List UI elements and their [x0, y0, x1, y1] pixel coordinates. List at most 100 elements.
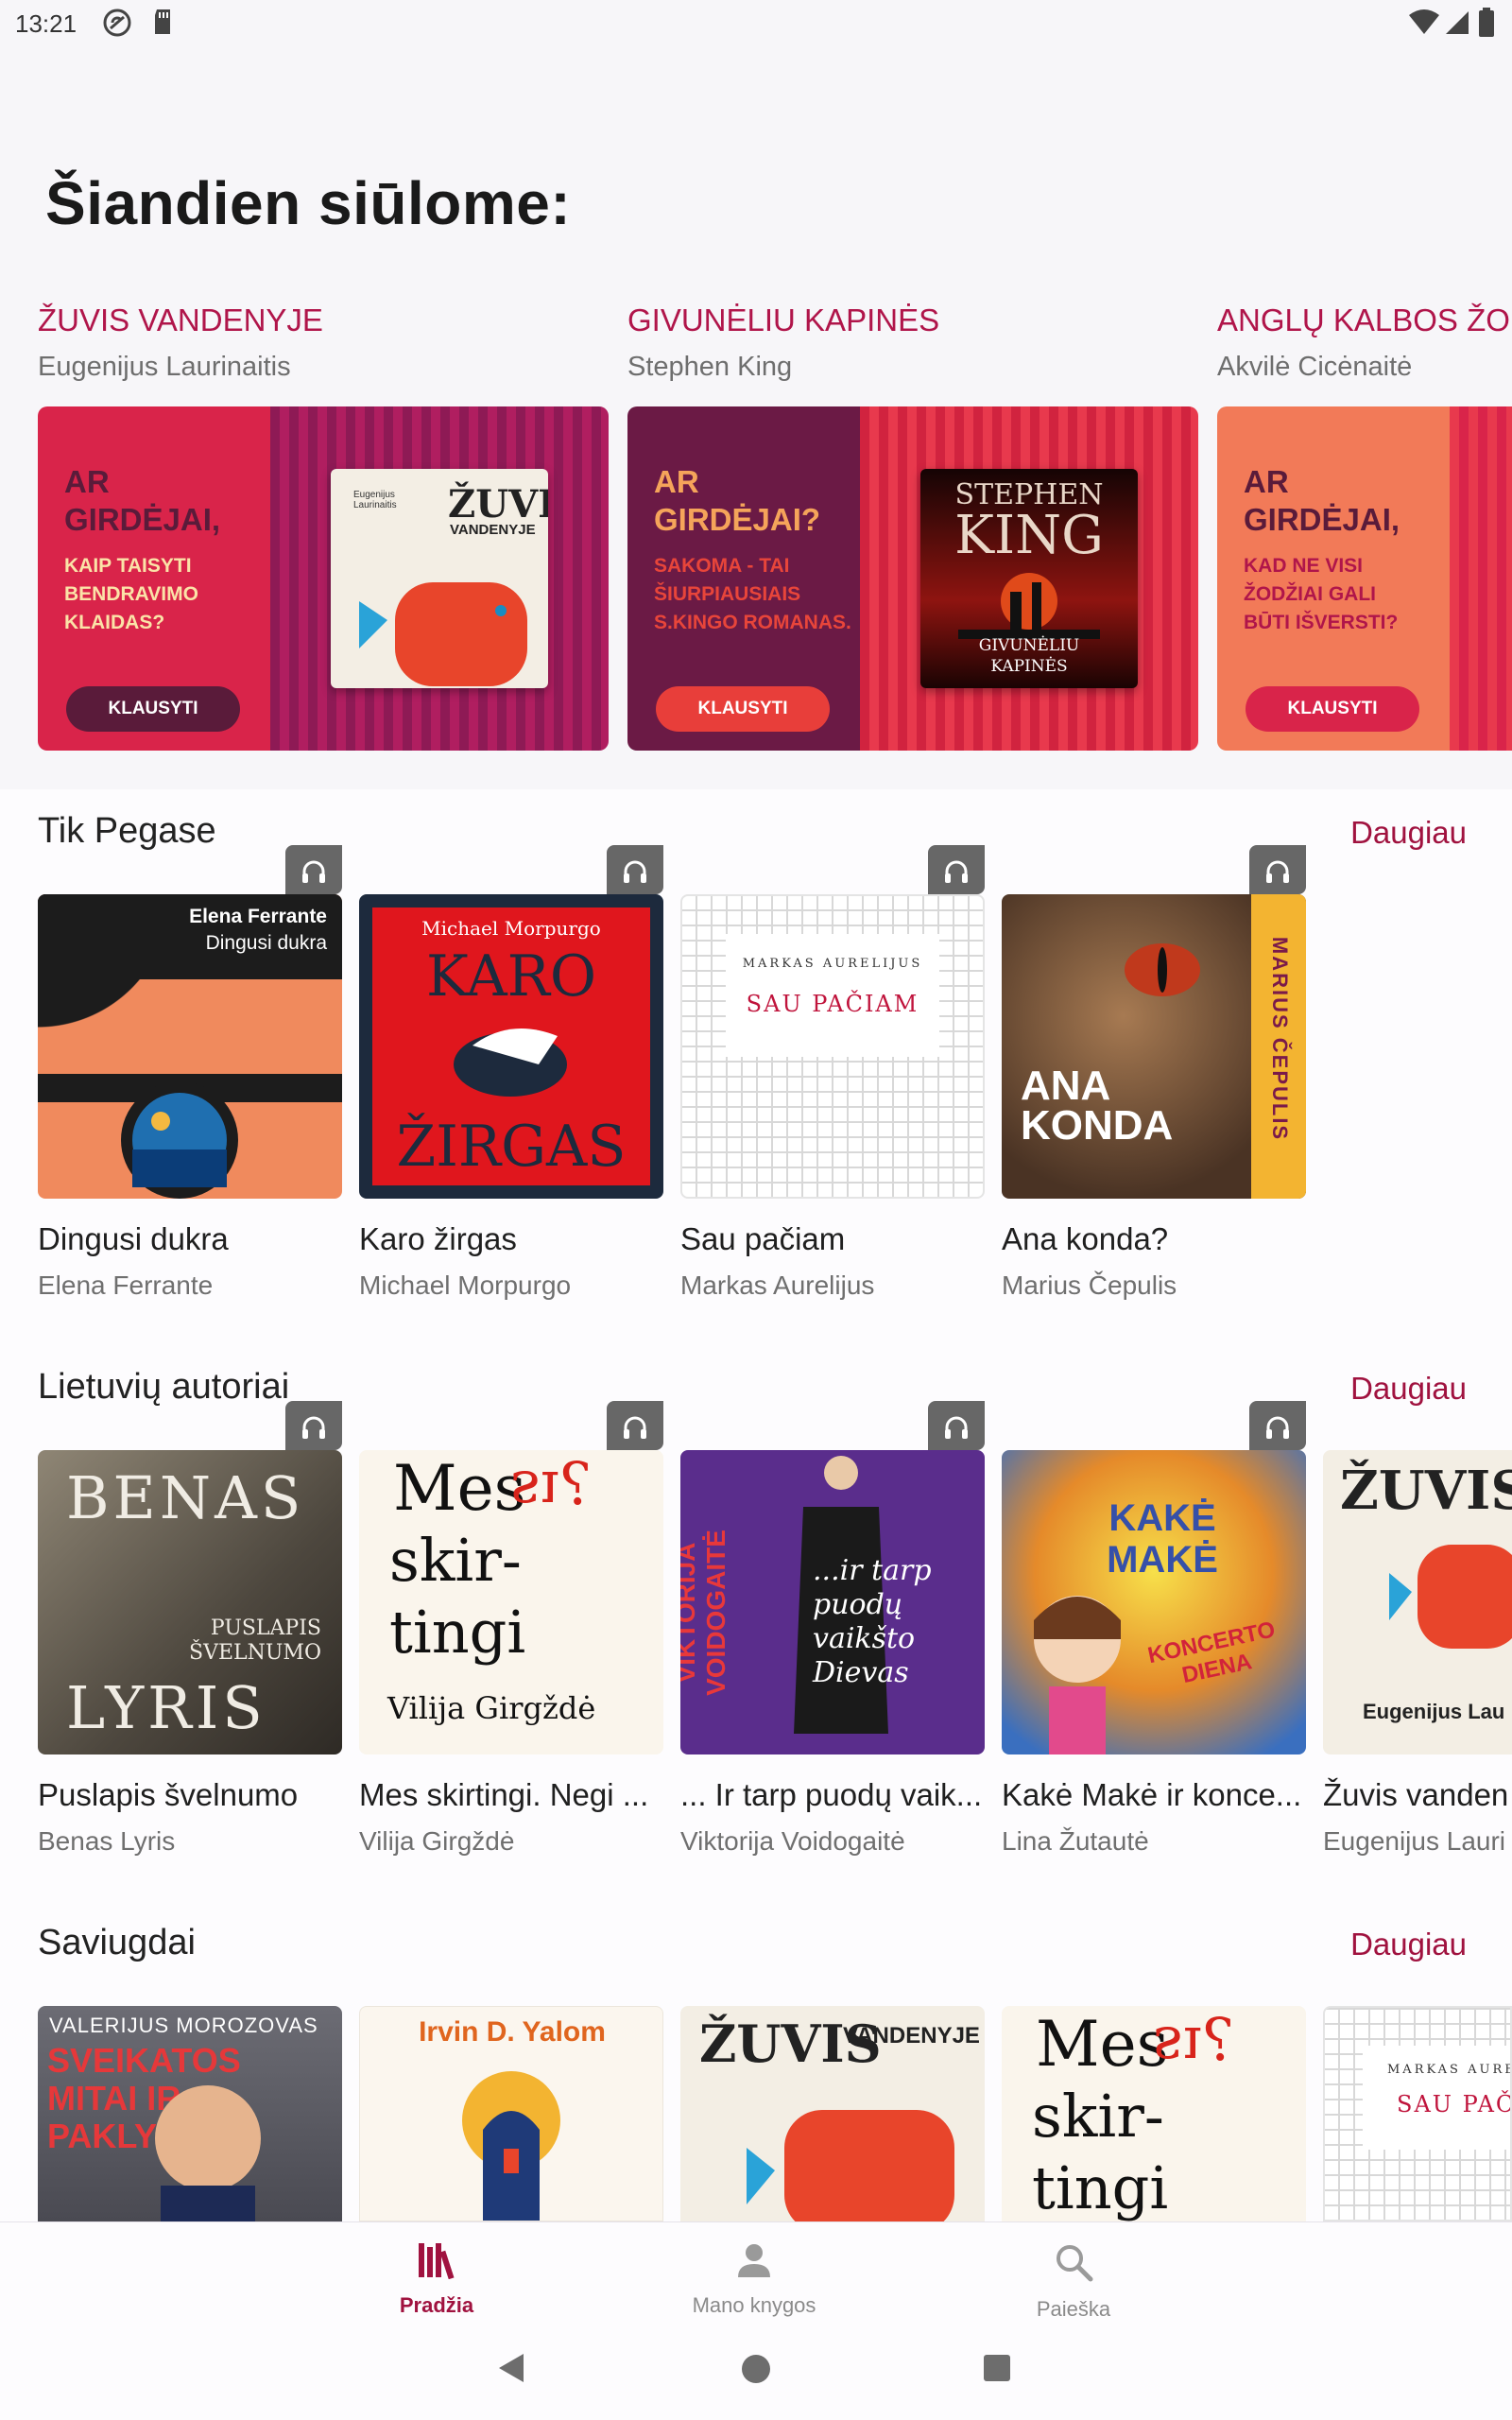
girl-illustration — [1034, 1596, 1121, 1754]
cover-subtitle: PUSLAPIS ŠVELNUMO — [189, 1616, 321, 1665]
cover-title: KAKĖ MAKĖ — [1107, 1497, 1218, 1581]
back-icon[interactable] — [497, 2352, 525, 2384]
nav-my-books[interactable]: Mano knygos — [650, 2241, 858, 2318]
cover-title: ...ir tarp puodų vaikšto Dievas — [813, 1554, 932, 1689]
recents-icon[interactable] — [983, 2354, 1011, 2382]
fish-illustration — [1389, 1545, 1512, 1649]
cover-title: SAU PAČIAM — [746, 991, 919, 1017]
cover-author: Vilija Girgždė — [387, 1690, 596, 1726]
sd-card-icon — [151, 8, 174, 41]
promo-banner[interactable]: AR GIRDĖJAI, KAIP TAISYTI BENDRAVIMO KLA… — [38, 406, 609, 751]
cover-subtitle: VANDENYJE — [843, 2023, 980, 2048]
book-author: Benas Lyris — [38, 1826, 176, 1856]
listen-button[interactable]: KLAUSYTI — [656, 686, 830, 732]
cover-author: Michael Morpurgo — [421, 917, 601, 940]
book-author: Lina Žutautė — [1002, 1826, 1149, 1856]
nav-search-label: Paieška — [1036, 2297, 1111, 2321]
promo-author: Eugenijus Laurinaitis — [38, 352, 291, 382]
nav-my-books-label: Mano knygos — [692, 2293, 816, 2317]
promo-author: Akvilė Cicėnaitė — [1217, 352, 1413, 382]
nav-home-label: Pradžia — [399, 2293, 474, 2317]
book-title: Mes skirtingi. Negi ... — [359, 1777, 649, 1812]
book-cover[interactable]: Irvin D. Yalom — [359, 2006, 663, 2221]
more-link-tik-pegase[interactable]: Daugiau — [1350, 815, 1467, 851]
horse-illustration — [454, 1028, 567, 1097]
book-cover[interactable]: BENAS PUSLAPIS ŠVELNUMO LYRIS — [38, 1450, 342, 1754]
book-author: Elena Ferrante — [38, 1270, 214, 1300]
promo-card-zuvis[interactable]: ŽUVIS VANDENYJE Eugenijus Laurinaitis AR… — [38, 302, 609, 751]
book-cover[interactable]: ŽUVIS VANDENYJE — [680, 2006, 985, 2221]
cover-title: KING — [954, 505, 1104, 566]
book-cover[interactable]: MARKAS AURE SAU PAČI — [1323, 2006, 1512, 2221]
more-link-saviugdai[interactable]: Daugiau — [1350, 1927, 1467, 1962]
headphones-icon — [607, 845, 663, 894]
book-cover[interactable]: KAKĖ MAKĖ KONCERTO DIENA — [1002, 1450, 1306, 1754]
cover-subtitle: ŽIRGAS — [396, 1114, 627, 1180]
promo-banner[interactable]: AR GIRDĖJAI, KAD NE VISI ŽODŽIAI GALI BŪ… — [1217, 406, 1512, 751]
cover-author: Elena Ferrante — [189, 906, 327, 927]
banner-subtitle: KAD NE VISI ŽODŽIAI GALI BŪTI IŠVERSTI? — [1244, 555, 1399, 633]
book-author: Michael Morpurgo — [359, 1270, 572, 1300]
book-author: Markas Aurelijus — [680, 1270, 875, 1300]
headphones-icon — [1249, 1401, 1306, 1450]
book-cover[interactable]: Michael Morpurgo KARO ŽIRGAS — [359, 894, 663, 1199]
fish-illustration — [747, 2110, 954, 2221]
cover-title: SAU PAČI — [1397, 2091, 1510, 2118]
cover-author: VALERIJUS MOROZOVAS — [49, 2014, 318, 2037]
status-time: 13:21 — [15, 9, 77, 38]
system-navigation-bar — [0, 2335, 1512, 2420]
book-cover[interactable]: ŽUVIS Eugenijus Lau — [1323, 1450, 1512, 1754]
fish-illustration — [359, 582, 527, 686]
more-link-lietuviu-autoriai[interactable]: Daugiau — [1350, 1371, 1467, 1407]
headphones-icon — [285, 1401, 342, 1450]
signal-icon — [1444, 9, 1470, 41]
headphones-icon — [607, 1401, 663, 1450]
cover-title: Mes — [393, 1452, 526, 1525]
cover-title: BENAS — [66, 1463, 305, 1532]
book-cover[interactable]: Mes sı¿ skir- tingi — [1002, 2006, 1306, 2221]
promo-title[interactable]: ŽUVIS VANDENYJE — [38, 302, 609, 338]
cover-title: Dingusi dukra — [205, 932, 327, 954]
nav-home[interactable]: Pradžia — [333, 2241, 541, 2318]
cover-author: LYRIS — [66, 1673, 266, 1742]
listen-button[interactable]: KLAUSYTI — [1246, 686, 1419, 732]
promo-title[interactable]: ANGLŲ KALBOS ŽOD — [1217, 302, 1512, 338]
banner-question: AR GIRDĖJAI, — [1244, 464, 1400, 537]
cover-author: VIKTORIJA VOIDOGAITĖ — [680, 1530, 730, 1696]
promo-banner[interactable]: AR GIRDĖJAI? SAKOMA - TAI ŠIURPIAUSIAIS … — [627, 406, 1198, 751]
book-cover[interactable]: Elena Ferrante Dingusi dukra — [38, 894, 342, 1199]
cover-subtitle: VANDENYJE — [450, 522, 536, 538]
book-cover[interactable]: MARKAS AURELIJUS SAU PAČIAM — [680, 894, 985, 1199]
banner-subtitle: SAKOMA - TAI ŠIURPIAUSIAIS S.KINGO ROMAN… — [654, 555, 851, 633]
book-title: Karo žirgas — [359, 1221, 517, 1256]
home-icon[interactable] — [741, 2354, 771, 2384]
book-cover[interactable]: VIKTORIJA VOIDOGAITĖ ...ir tarp puodų va… — [680, 1450, 985, 1754]
page-title: Šiandien siūlome: — [45, 169, 572, 237]
promo-author: Stephen King — [627, 352, 793, 382]
bottom-navigation: Pradžia Mano knygos Paieška — [0, 2221, 1512, 2335]
cover-subtitle: MARIUS ČEPULIS — [1268, 936, 1292, 1142]
nav-search[interactable]: Paieška — [970, 2241, 1177, 2322]
section-title-tik-pegase: Tik Pegase — [38, 811, 216, 851]
book-cover[interactable]: VALERIJUS MOROZOVAS SVEIKATOS MITAI IR P… — [38, 2006, 342, 2221]
promo-card-kapines[interactable]: GIVUNĖLIU KAPINĖS Stephen King AR GIRDĖJ… — [627, 302, 1198, 751]
search-icon — [1057, 2245, 1093, 2282]
sync-off-icon — [102, 8, 132, 43]
promo-card-anglu[interactable]: ANGLŲ KALBOS ŽOD Akvilė Cicėnaitė AR GIR… — [1217, 302, 1512, 751]
book-cover-art: STEPHEN KING GIVUNĖLIU KAPINĖS — [920, 469, 1138, 688]
person-icon — [738, 2244, 770, 2277]
headphones-icon — [928, 845, 985, 894]
tower-illustration — [462, 2071, 560, 2221]
book-cover[interactable]: Mes sı¿ skir- tingi Vilija Girgždė — [359, 1450, 663, 1754]
cover-author: MARKAS AURELIJUS — [742, 957, 923, 971]
cover-subtitle: GIVUNĖLIU KAPINĖS — [978, 636, 1080, 676]
book-cover[interactable]: MARIUS ČEPULIS ANA KONDA — [1002, 894, 1306, 1199]
cover-title-2: KONDA — [1021, 1102, 1174, 1149]
promo-title[interactable]: GIVUNĖLIU KAPINĖS — [627, 302, 1198, 338]
sunglasses-illustration — [38, 1074, 342, 1199]
book-author: Viktorija Voidogaitė — [680, 1826, 905, 1856]
listen-button[interactable]: KLAUSYTI — [66, 686, 240, 732]
status-bar: 13:21 — [0, 0, 1512, 47]
battery-icon — [1478, 8, 1495, 43]
book-cover-art: Eugenijus Laurinaitis ŽUVIS VANDENYJE — [331, 469, 548, 688]
